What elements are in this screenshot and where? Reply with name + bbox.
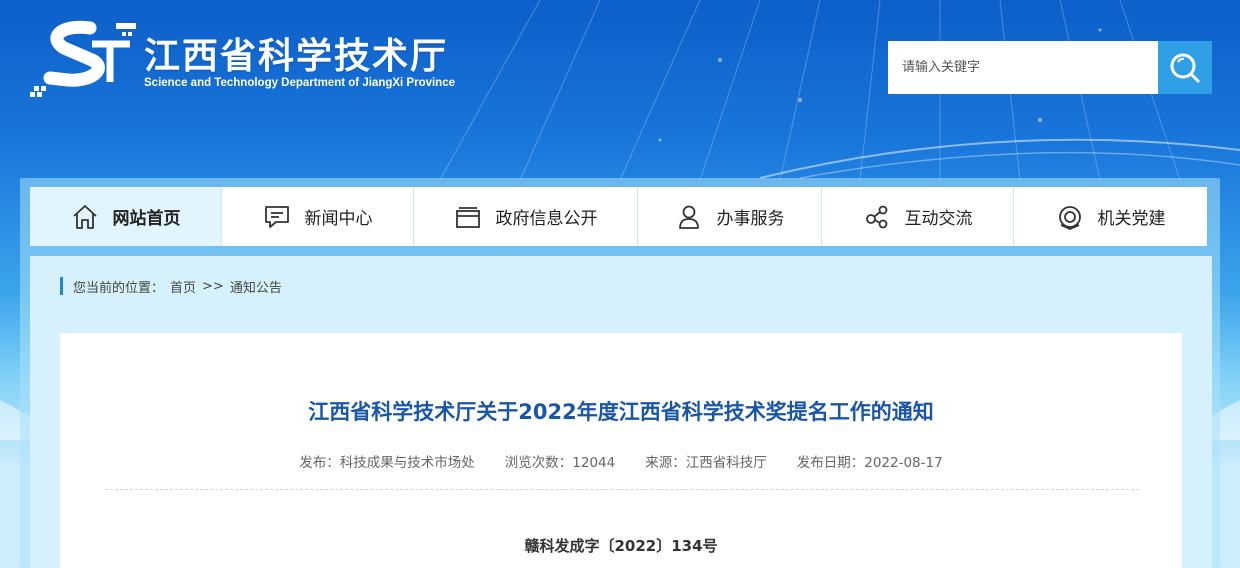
share-icon bbox=[863, 203, 891, 231]
article-publisher: 发布：科技成果与技术市场处 bbox=[299, 455, 475, 471]
user-icon bbox=[675, 203, 703, 231]
folder-icon bbox=[454, 203, 482, 231]
party-icon bbox=[1056, 203, 1084, 231]
nav-label: 新闻中心 bbox=[304, 209, 373, 229]
breadcrumb-marker bbox=[60, 277, 63, 295]
ST-logo-icon bbox=[30, 20, 136, 97]
breadcrumb-home-link[interactable]: 首页 bbox=[170, 277, 196, 296]
article-views: 浏览次数：12044 bbox=[504, 455, 616, 471]
nav-label: 办事服务 bbox=[716, 209, 785, 229]
nav-label: 网站首页 bbox=[112, 209, 181, 229]
nav-item-interaction[interactable]: 互动交流 bbox=[822, 187, 1014, 246]
nav-label: 政府信息公开 bbox=[495, 209, 598, 229]
search-button[interactable] bbox=[1158, 41, 1212, 94]
nav-item-home[interactable]: 网站首页 bbox=[30, 187, 222, 246]
article-divider bbox=[105, 489, 1139, 490]
nav-item-services[interactable]: 办事服务 bbox=[638, 187, 822, 246]
breadcrumb-separator: >> bbox=[202, 278, 224, 294]
article-date: 发布日期：2022-08-17 bbox=[796, 455, 943, 471]
article-title: 江西省科学技术厅关于2022年度江西省科学技术奖提名工作的通知 bbox=[308, 400, 934, 424]
nav-label: 互动交流 bbox=[904, 209, 973, 229]
search-icon bbox=[1170, 53, 1200, 82]
home-icon bbox=[71, 203, 99, 231]
search-input[interactable] bbox=[888, 41, 1158, 94]
article-meta: 发布：科技成果与技术市场处 浏览次数：12044 来源：江西省科技厅 发布日期：… bbox=[60, 451, 1182, 471]
main-nav: 网站首页 新闻中心 政府信息公开 办事服务 互动交流 机关党建 bbox=[30, 187, 1207, 246]
article-source: 来源：江西省科技厅 bbox=[645, 455, 767, 471]
breadcrumb-prefix: 您当前的位置： bbox=[73, 280, 165, 296]
breadcrumb: 您当前的位置： 首页 >> 通知公告 bbox=[60, 276, 288, 296]
site-subtitle: Science and Technology Department of Jia… bbox=[144, 77, 455, 89]
nav-item-news[interactable]: 新闻中心 bbox=[222, 187, 414, 246]
chat-icon bbox=[263, 203, 291, 231]
document-number: 赣科发成字〔2022〕134号 bbox=[524, 537, 718, 555]
nav-item-party[interactable]: 机关党建 bbox=[1014, 187, 1207, 246]
breadcrumb-current-link[interactable]: 通知公告 bbox=[230, 277, 282, 296]
nav-label: 机关党建 bbox=[1097, 209, 1166, 229]
site-title: 江西省科学技术厅 bbox=[144, 36, 449, 77]
nav-item-gov-info[interactable]: 政府信息公开 bbox=[414, 187, 638, 246]
